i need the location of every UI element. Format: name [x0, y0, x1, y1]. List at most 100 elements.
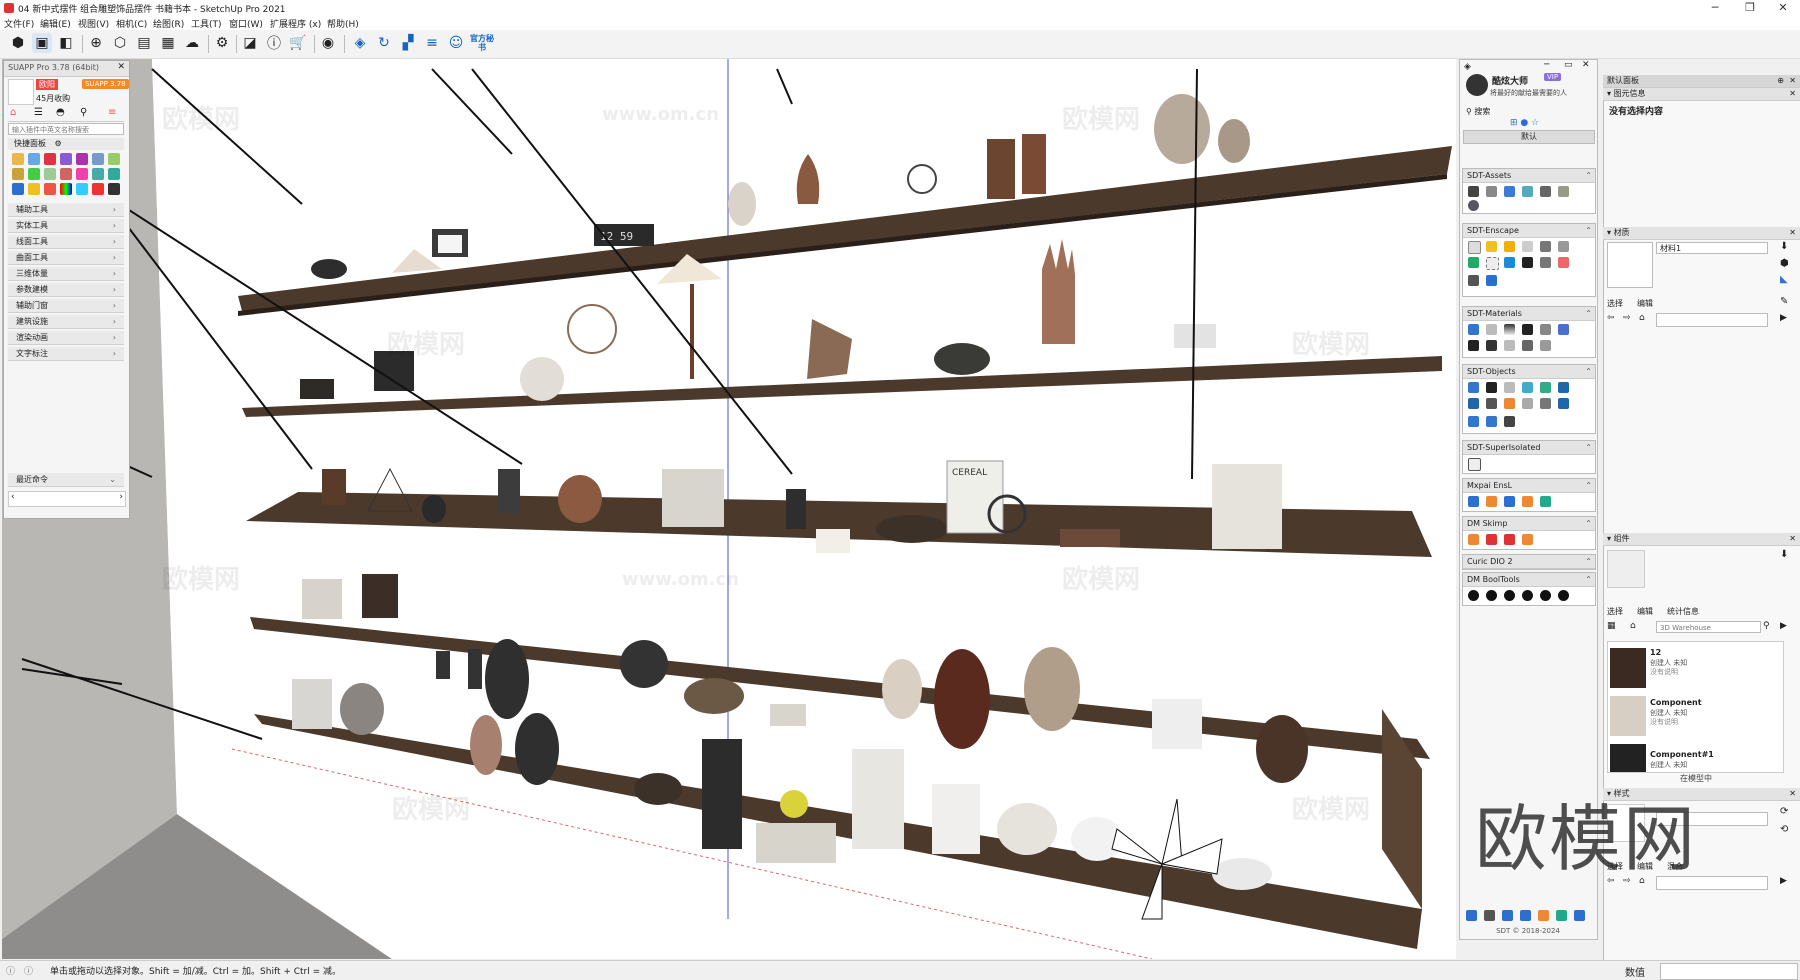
- expand-icon[interactable]: [1558, 398, 1569, 409]
- triangle-icon[interactable]: ◣: [1780, 274, 1788, 285]
- spot-icon[interactable]: [1522, 340, 1533, 351]
- bucket-icon[interactable]: ◓: [56, 107, 65, 118]
- hexagon-outline-icon[interactable]: [1522, 241, 1533, 252]
- grid-icon[interactable]: [1486, 340, 1497, 351]
- stack-icon[interactable]: [1486, 534, 1497, 545]
- cube-icon[interactable]: [1558, 324, 1569, 335]
- cube-outline-icon[interactable]: [1558, 241, 1569, 252]
- bool-intersect-icon[interactable]: [1504, 590, 1515, 601]
- bust-sculpture[interactable]: [520, 357, 564, 401]
- pixel-icon[interactable]: [1468, 340, 1479, 351]
- head-sculpture[interactable]: [1024, 647, 1080, 731]
- dark-vase[interactable]: [515, 713, 559, 785]
- minimize-icon[interactable]: ─: [1544, 60, 1549, 70]
- info-icon[interactable]: ⓘ: [264, 33, 284, 53]
- orbit-icon[interactable]: ⊕: [86, 33, 106, 53]
- layers-icon[interactable]: [1504, 534, 1515, 545]
- bool-trim-icon[interactable]: [1522, 590, 1533, 601]
- clay-jar-group[interactable]: [987, 139, 1015, 199]
- gear-icon[interactable]: ⚙: [55, 139, 62, 148]
- white-bowl[interactable]: [1174, 324, 1216, 348]
- crop-icon[interactable]: [1486, 257, 1499, 270]
- books-upright[interactable]: [662, 469, 724, 527]
- measurements-input[interactable]: [1660, 963, 1798, 980]
- tool-icon[interactable]: [108, 168, 120, 180]
- component-name[interactable]: Component#1: [1650, 750, 1714, 759]
- view-options-icon[interactable]: ▦: [1607, 621, 1616, 631]
- copy-icon[interactable]: [1504, 382, 1515, 393]
- tool-icon[interactable]: [12, 153, 24, 165]
- link-icon[interactable]: [1540, 382, 1551, 393]
- menu-draw[interactable]: 绘图(R): [153, 17, 184, 30]
- person-icon[interactable]: [1540, 496, 1551, 507]
- menu-extensions[interactable]: 扩展程序 (x): [270, 17, 321, 30]
- section-header[interactable]: SDT-Materials ⌃: [1463, 307, 1595, 321]
- ab-icon[interactable]: [1468, 324, 1479, 335]
- box-icon[interactable]: [1558, 186, 1569, 197]
- gear-icon[interactable]: [1540, 324, 1551, 335]
- bronze-bowl[interactable]: [684, 678, 744, 714]
- menu-help[interactable]: 帮助(H): [327, 17, 359, 30]
- collapse-icon[interactable]: ⌃: [1585, 573, 1592, 586]
- fruit-bowl[interactable]: [876, 515, 948, 543]
- tool-icon[interactable]: [1466, 910, 1477, 921]
- stone-vase[interactable]: [1154, 94, 1210, 164]
- book-set[interactable]: [292, 679, 332, 729]
- tool-icon[interactable]: [28, 153, 40, 165]
- sync-icon[interactable]: ↻: [374, 33, 394, 53]
- pen-icon[interactable]: [1468, 398, 1479, 409]
- reset-icon[interactable]: ⬇: [1780, 549, 1788, 560]
- tall-vase[interactable]: [498, 469, 520, 513]
- category-line-tools[interactable]: 线面工具 ›: [8, 235, 124, 249]
- geolocation-icon[interactable]: ⓘ: [6, 964, 15, 977]
- collapse-icon[interactable]: ⌃: [1585, 224, 1592, 237]
- component-thumbnail[interactable]: [1610, 744, 1646, 772]
- cut-icon[interactable]: [1504, 398, 1515, 409]
- list-icon[interactable]: ☰: [34, 107, 43, 118]
- section-header[interactable]: SDT-Assets ⌃: [1463, 169, 1595, 183]
- tool-icon[interactable]: [44, 153, 56, 165]
- pin-icon[interactable]: ⊕: [1777, 75, 1784, 87]
- book-pile[interactable]: [770, 704, 806, 726]
- cart-icon[interactable]: 🛒: [288, 33, 308, 53]
- list-icon[interactable]: [1486, 186, 1497, 197]
- bucket-icon[interactable]: [1522, 324, 1533, 335]
- reset-icon[interactable]: ⬇: [1780, 241, 1788, 252]
- select-tab[interactable]: 选择: [1607, 606, 1623, 617]
- tool-icon[interactable]: [28, 168, 40, 180]
- close-icon[interactable]: ✕: [1789, 227, 1796, 239]
- bulb-icon[interactable]: [1486, 241, 1497, 252]
- bool-subtract-icon[interactable]: [1486, 590, 1497, 601]
- collapse-icon[interactable]: ⌃: [1585, 307, 1592, 320]
- horizontal-scrollbar[interactable]: ‹ ›: [8, 491, 126, 507]
- scale-icon[interactable]: [1486, 416, 1497, 427]
- official-button[interactable]: 官方秘书: [470, 33, 494, 53]
- menu-window[interactable]: 窗口(W): [229, 17, 263, 30]
- tool-icon[interactable]: [108, 183, 120, 195]
- tool-icon[interactable]: [1574, 910, 1585, 921]
- round-mirror[interactable]: [620, 640, 668, 688]
- stacked-rings[interactable]: [816, 529, 850, 553]
- roof-icon[interactable]: [1540, 398, 1551, 409]
- hourglass[interactable]: [322, 469, 346, 505]
- open-book[interactable]: [302, 579, 342, 619]
- menu-file[interactable]: 文件(F): [4, 17, 34, 30]
- maximize-button[interactable]: ❐: [1735, 0, 1765, 16]
- scroll-left-icon[interactable]: ‹: [11, 492, 15, 502]
- gears-icon[interactable]: [1522, 534, 1533, 545]
- page-icon[interactable]: [1486, 324, 1497, 335]
- red-vase[interactable]: [934, 649, 990, 749]
- edit-tab[interactable]: 编辑: [1637, 298, 1653, 309]
- eyedropper-icon[interactable]: ✎: [1780, 296, 1788, 307]
- component-thumbnail[interactable]: [1610, 696, 1646, 736]
- tool-icon[interactable]: [1502, 910, 1513, 921]
- back-icon[interactable]: ⇦: [1607, 313, 1615, 323]
- plus-icon[interactable]: [1468, 496, 1479, 507]
- section-header[interactable]: DM Skimp ⌃: [1463, 517, 1595, 531]
- restore-icon[interactable]: ▭: [1564, 60, 1573, 70]
- candlestick[interactable]: [786, 489, 806, 529]
- paint-icon[interactable]: ◧: [56, 33, 76, 53]
- document-icon[interactable]: [1468, 241, 1481, 254]
- tool-icon[interactable]: [76, 168, 88, 180]
- nut-tray[interactable]: [634, 773, 682, 805]
